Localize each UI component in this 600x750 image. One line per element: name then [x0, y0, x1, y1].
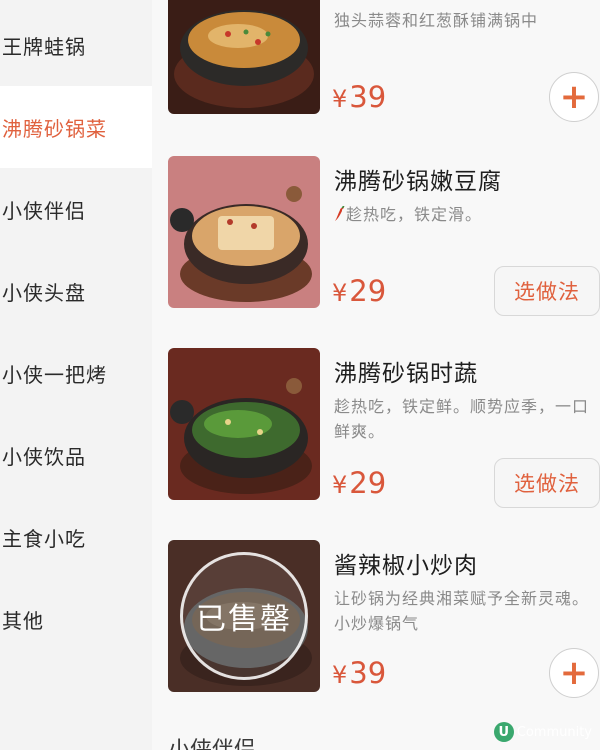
dish-description: 趁热吃，铁定滑。: [334, 202, 592, 227]
community-watermark: U Community: [493, 722, 592, 742]
dish-price: ¥29: [332, 466, 387, 500]
dish-image[interactable]: 已售罄: [168, 540, 320, 692]
sidebar-item-zhushi-xiaochi[interactable]: 主食小吃: [0, 496, 152, 578]
watermark-text: Community: [516, 724, 592, 740]
sidebar-item-xiaoxia-yinpin[interactable]: 小侠饮品: [0, 414, 152, 496]
choose-option-button[interactable]: 选做法: [494, 458, 600, 508]
dish-name: 沸腾砂锅时蔬: [334, 361, 478, 387]
sidebar-item-xiaoxia-banlv[interactable]: 小侠伴侣: [0, 168, 152, 250]
sidebar-item-xiaoxia-toupan[interactable]: 小侠头盘: [0, 250, 152, 332]
menu-item[interactable]: 独头蒜蓉和红葱酥铺满锅中 ¥39 +: [152, 0, 600, 132]
sidebar-item-wangpai-wa-guo[interactable]: 王牌蛙锅: [0, 4, 152, 86]
dish-image[interactable]: [168, 0, 320, 114]
sold-out-label: 已售罄: [196, 602, 292, 637]
add-to-cart-button[interactable]: +: [549, 648, 599, 698]
section-title: 小侠伴侣: [168, 732, 256, 750]
menu-item[interactable]: 已售罄 酱辣椒小炒肉 让砂锅为经典湘菜赋予全新灵魂。小炒爆锅气 ¥39 +: [152, 540, 600, 710]
dish-price: ¥39: [332, 80, 387, 114]
dish-description: 让砂锅为经典湘菜赋予全新灵魂。小炒爆锅气: [334, 589, 590, 633]
sidebar-item-qita[interactable]: 其他: [0, 578, 152, 660]
community-logo-icon: U: [493, 722, 514, 742]
sidebar-item-feiteng-shaguo[interactable]: 沸腾砂锅菜: [0, 86, 152, 168]
dish-description: 趁热吃，铁定鲜。顺势应季，一口鲜爽。: [334, 397, 590, 441]
menu-item[interactable]: 沸腾砂锅嫩豆腐 趁热吃，铁定滑。 ¥29 选做法: [152, 156, 600, 326]
choose-option-button[interactable]: 选做法: [494, 266, 600, 316]
dish-description: 独头蒜蓉和红葱酥铺满锅中: [334, 11, 539, 30]
menu-list: 独头蒜蓉和红葱酥铺满锅中 ¥39 + 沸腾砂锅嫩豆腐 趁热吃，铁定滑。 ¥29 …: [152, 0, 600, 750]
sidebar-item-xiaoxia-yibakao[interactable]: 小侠一把烤: [0, 332, 152, 414]
dish-image[interactable]: [168, 156, 320, 308]
dish-name: 沸腾砂锅嫩豆腐: [334, 169, 502, 195]
sold-out-stamp: 已售罄: [180, 552, 308, 680]
plus-icon: +: [559, 77, 589, 117]
category-sidebar: 王牌蛙锅 沸腾砂锅菜 小侠伴侣 小侠头盘 小侠一把烤 小侠饮品 主食小吃 其他: [0, 0, 152, 750]
dish-price: ¥39: [332, 656, 387, 690]
chili-icon: [334, 204, 346, 221]
sold-out-overlay: 已售罄: [168, 540, 320, 692]
plus-icon: +: [559, 653, 589, 693]
add-to-cart-button[interactable]: +: [549, 72, 599, 122]
dish-name: 酱辣椒小炒肉: [334, 553, 478, 579]
dish-image[interactable]: [168, 348, 320, 500]
dish-price: ¥29: [332, 274, 387, 308]
menu-item[interactable]: 沸腾砂锅时蔬 趁热吃，铁定鲜。顺势应季，一口鲜爽。 ¥29 选做法: [152, 348, 600, 518]
